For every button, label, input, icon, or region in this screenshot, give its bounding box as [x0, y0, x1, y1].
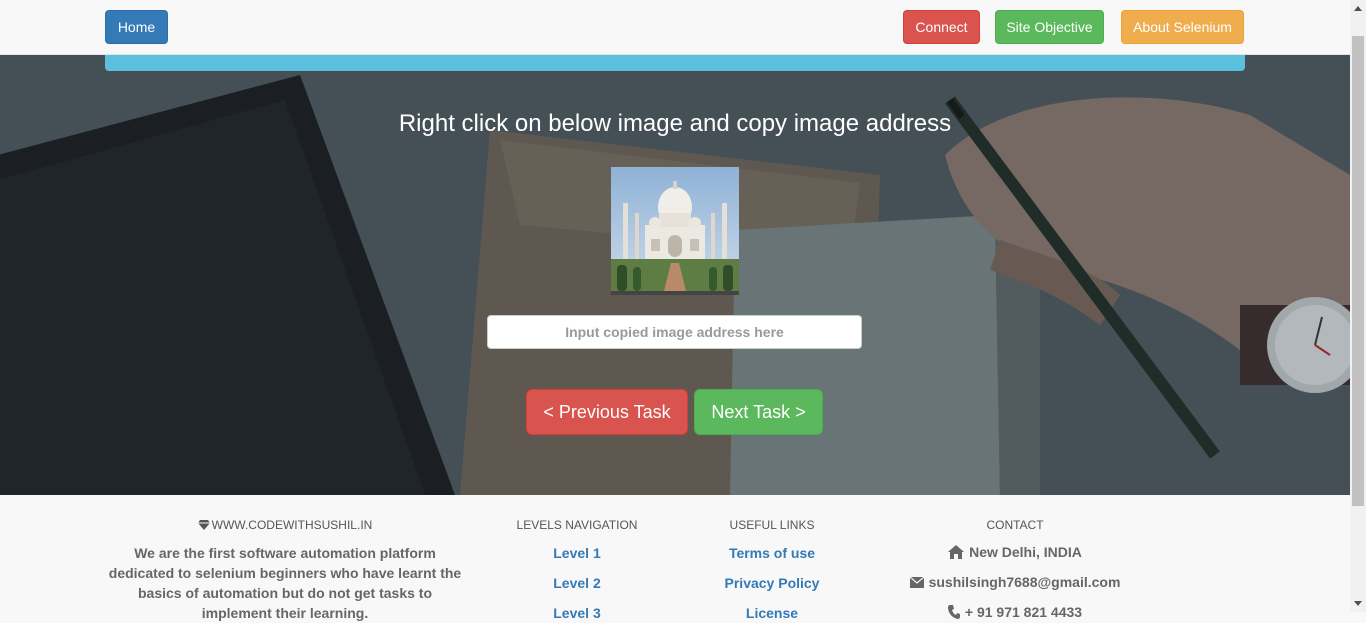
home-icon: [948, 545, 965, 559]
home-button[interactable]: Home: [105, 10, 168, 44]
contact-location-text: New Delhi, INDIA: [969, 544, 1082, 560]
level-2-link[interactable]: Level 2: [497, 575, 657, 591]
info-bar: [105, 55, 1245, 71]
level-3-link[interactable]: Level 3: [497, 605, 657, 621]
privacy-policy-link[interactable]: Privacy Policy: [702, 575, 842, 591]
connect-button[interactable]: Connect: [903, 10, 980, 44]
levels-heading: LEVELS NAVIGATION: [516, 518, 638, 532]
scroll-down-arrow-icon[interactable]: [1350, 595, 1366, 612]
level-1-link[interactable]: Level 1: [497, 545, 657, 561]
brand-heading: WWW.CODEWITHSUSHIL.IN: [105, 518, 465, 532]
contact-phone-text: + 91 971 821 4433: [964, 604, 1083, 620]
phone-icon: [947, 605, 960, 619]
contact-phone: + 91 971 821 4433: [890, 604, 1140, 620]
envelope-icon: [909, 576, 924, 588]
next-task-button[interactable]: Next Task >: [694, 389, 823, 435]
about-selenium-button[interactable]: About Selenium: [1121, 10, 1244, 44]
task-hero-section: Right click on below image and copy imag…: [0, 55, 1350, 495]
contact-heading: CONTACT: [986, 518, 1044, 532]
footer: WWW.CODEWITHSUSHIL.IN We are the first s…: [0, 495, 1350, 621]
brand-heading-text: WWW.CODEWITHSUSHIL.IN: [211, 518, 373, 532]
terms-of-use-link[interactable]: Terms of use: [702, 545, 842, 561]
previous-task-button[interactable]: < Previous Task: [526, 389, 688, 435]
diamond-icon: [197, 520, 210, 530]
top-navbar: Home Connect Site Objective About Seleni…: [0, 0, 1350, 55]
contact-email: sushilsingh7688@gmail.com: [890, 574, 1140, 590]
license-link[interactable]: License: [702, 605, 842, 621]
contact-email-text: sushilsingh7688@gmail.com: [928, 574, 1121, 590]
brand-description: We are the first software automation pla…: [108, 545, 462, 621]
taj-mahal-image[interactable]: [611, 167, 739, 295]
image-address-input[interactable]: [487, 315, 862, 349]
contact-location: New Delhi, INDIA: [890, 544, 1140, 560]
task-instruction-title: Right click on below image and copy imag…: [398, 110, 952, 137]
scrollbar-thumb[interactable]: [1352, 36, 1364, 506]
scroll-up-arrow-icon[interactable]: [1350, 0, 1366, 17]
site-objective-button[interactable]: Site Objective: [995, 10, 1104, 44]
useful-links-heading: USEFUL LINKS: [729, 518, 815, 532]
vertical-scrollbar[interactable]: [1350, 0, 1366, 612]
